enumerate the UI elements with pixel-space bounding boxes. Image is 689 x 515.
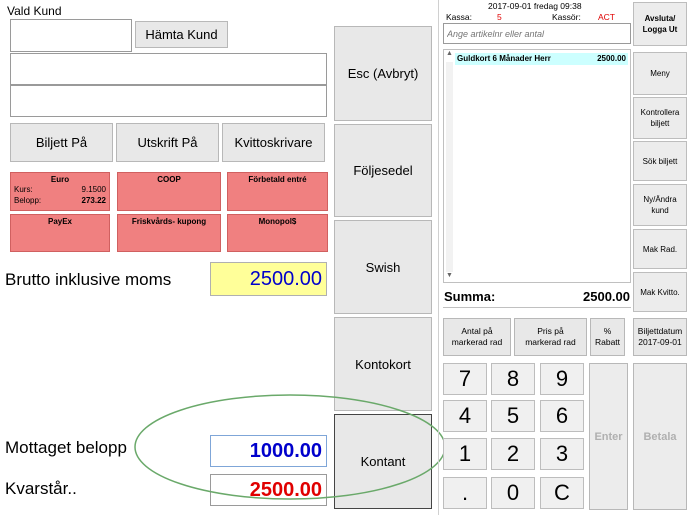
swish-button[interactable]: Swish bbox=[334, 220, 432, 314]
prepaid-entry-tile[interactable]: Förbetald entré bbox=[227, 172, 328, 211]
gross-label: Brutto inklusive moms bbox=[5, 270, 172, 289]
euro-rate-label: Kurs: bbox=[14, 185, 33, 194]
received-label: Mottaget belopp bbox=[5, 438, 127, 457]
monopol-title: Monopol$ bbox=[258, 217, 297, 226]
key-3[interactable]: 3 bbox=[540, 438, 584, 470]
pay-button[interactable]: Betala bbox=[633, 363, 687, 510]
customer-name-field bbox=[10, 53, 327, 85]
euro-title: Euro bbox=[50, 175, 70, 184]
key-2[interactable]: 2 bbox=[491, 438, 535, 470]
key-9[interactable]: 9 bbox=[540, 363, 584, 395]
euro-rate-value: 9.1500 bbox=[81, 185, 106, 194]
monopol-payment-tile[interactable]: Monopol$ bbox=[227, 214, 328, 252]
logout-button[interactable]: Avsluta/ Logga Ut bbox=[633, 2, 687, 46]
discount-button[interactable]: % Rabatt bbox=[590, 318, 625, 356]
prepaid-title: Förbetald entré bbox=[248, 175, 307, 184]
voucher-title: Friskvårds- kupong bbox=[131, 217, 207, 226]
void-receipt-button[interactable]: Mak Kvitto. bbox=[633, 272, 687, 312]
wellness-voucher-tile[interactable]: Friskvårds- kupong bbox=[117, 214, 221, 252]
check-ticket-button[interactable]: Kontrollera biljett bbox=[633, 97, 687, 139]
ticket-toggle-button[interactable]: Biljett På bbox=[10, 123, 113, 162]
cart-list[interactable] bbox=[443, 49, 631, 283]
payex-payment-tile[interactable]: PayEx bbox=[10, 214, 110, 252]
key-6[interactable]: 6 bbox=[540, 400, 584, 432]
enter-button[interactable]: Enter bbox=[589, 363, 628, 510]
print-toggle-button[interactable]: Utskrift På bbox=[116, 123, 219, 162]
cashier-label: Kassör: bbox=[552, 12, 581, 22]
price-on-row-button[interactable]: Pris på markerad rad bbox=[514, 318, 587, 356]
esc-cancel-button[interactable]: Esc (Avbryt) bbox=[334, 26, 432, 121]
gross-value: 2500.00 bbox=[210, 262, 327, 296]
coop-title: COOP bbox=[157, 175, 181, 184]
void-row-button[interactable]: Mak Rad. bbox=[633, 229, 687, 269]
search-ticket-button[interactable]: Sök biljett bbox=[633, 141, 687, 181]
key-clear[interactable]: C bbox=[540, 477, 584, 509]
cart-item-price: 2500.00 bbox=[597, 54, 626, 63]
ticket-date-button[interactable]: Biljettdatum 2017-09-01 bbox=[633, 318, 687, 356]
new-edit-customer-button[interactable]: Ny/Ändra kund bbox=[633, 184, 687, 226]
customer-info-field bbox=[10, 85, 327, 117]
menu-button[interactable]: Meny bbox=[633, 52, 687, 95]
key-5[interactable]: 5 bbox=[491, 400, 535, 432]
total-divider bbox=[443, 307, 631, 308]
payex-title: PayEx bbox=[47, 217, 73, 226]
fetch-customer-button[interactable]: Hämta Kund bbox=[135, 21, 228, 48]
coop-payment-tile[interactable]: COOP bbox=[117, 172, 221, 211]
scrollbar-down-arrow-icon[interactable]: ▼ bbox=[446, 272, 453, 279]
scrollbar-up-arrow-icon[interactable]: ▲ bbox=[446, 50, 453, 57]
key-decimal[interactable]: . bbox=[443, 477, 487, 509]
scrollbar-track[interactable] bbox=[446, 62, 453, 272]
remaining-label: Kvarstår.. bbox=[5, 479, 77, 498]
euro-amount-label: Belopp: bbox=[14, 196, 42, 205]
total-label: Summa: bbox=[444, 289, 496, 304]
euro-payment-tile[interactable]: Euro Kurs: 9.1500 Belopp: 273.22 bbox=[10, 172, 110, 211]
cashier-value: ACT bbox=[598, 12, 615, 22]
key-0[interactable]: 0 bbox=[491, 477, 535, 509]
total-value: 2500.00 bbox=[583, 289, 630, 304]
customer-id-input[interactable] bbox=[10, 19, 132, 52]
cart-row[interactable]: Guldkort 6 Månader Herr 2500.00 bbox=[455, 53, 628, 65]
key-4[interactable]: 4 bbox=[443, 400, 487, 432]
register-label: Kassa: bbox=[446, 12, 472, 22]
customer-label: Vald Kund bbox=[7, 4, 62, 18]
euro-amount-value: 273.22 bbox=[81, 196, 106, 205]
delivery-note-button[interactable]: Följesedel bbox=[334, 124, 432, 217]
key-1[interactable]: 1 bbox=[443, 438, 487, 470]
datetime: 2017-09-01 fredag 09:38 bbox=[488, 1, 582, 11]
key-8[interactable]: 8 bbox=[491, 363, 535, 395]
register-value: 5 bbox=[497, 12, 502, 22]
qty-on-row-button[interactable]: Antal på markerad rad bbox=[443, 318, 511, 356]
receipt-printer-button[interactable]: Kvittoskrivare bbox=[222, 123, 325, 162]
panel-divider bbox=[438, 0, 439, 515]
highlight-ellipse bbox=[134, 394, 446, 500]
cart-item-name: Guldkort 6 Månader Herr bbox=[457, 54, 551, 63]
key-7[interactable]: 7 bbox=[443, 363, 487, 395]
article-input[interactable] bbox=[443, 23, 631, 44]
